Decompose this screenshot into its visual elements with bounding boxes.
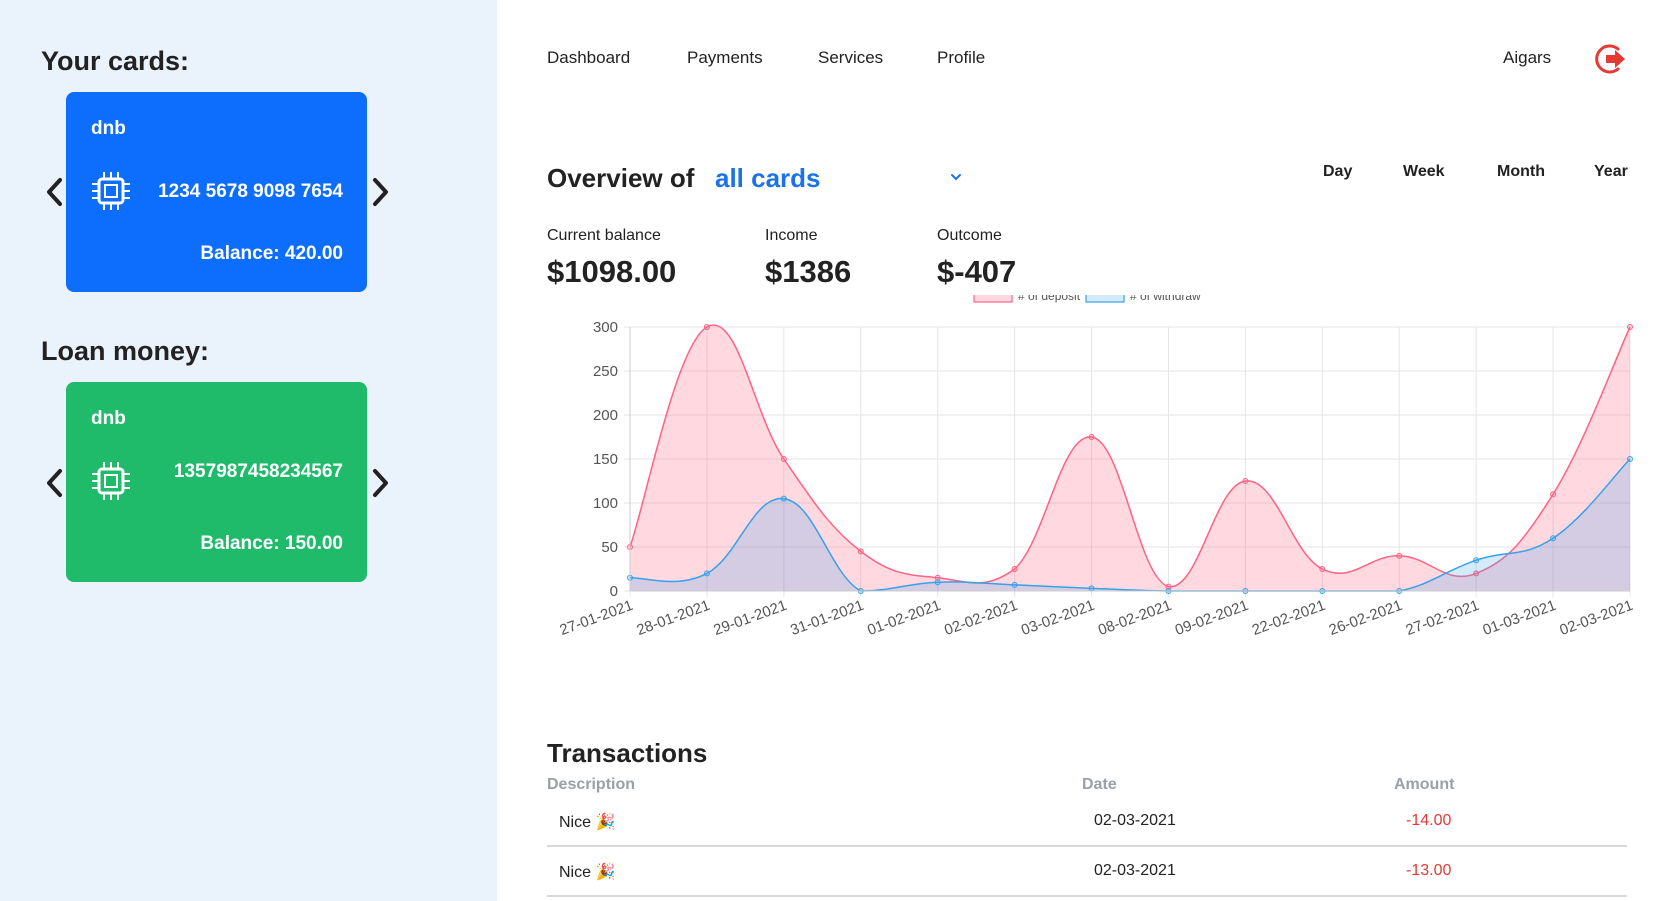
- period-year[interactable]: Year: [1594, 163, 1628, 181]
- nav-profile[interactable]: Profile: [937, 48, 985, 68]
- overview-chart: 0 50 100 150 200 250 300 27-01-2021 28-01-2021 29…: [557, 295, 1635, 639]
- col-description: Description: [547, 776, 636, 793]
- data-point: [1627, 456, 1633, 462]
- loan-next-arrow-icon[interactable]: [365, 463, 395, 503]
- x-tick-label: 02-03-2021: [1557, 597, 1635, 639]
- x-tick-label: 28-01-2021: [634, 597, 712, 639]
- stat-balance-label: Current balance: [547, 227, 661, 244]
- y-tick-label: 200: [593, 407, 618, 424]
- data-point: [934, 579, 941, 586]
- legend-label: # of withdraw: [1130, 295, 1201, 303]
- bank-card[interactable]: dnb 1234 5678 9098 7654 Balance: 420.00: [66, 92, 367, 292]
- tx-date: 02-03-2021: [1094, 812, 1176, 829]
- data-point: [857, 548, 864, 555]
- chip-icon: [92, 462, 130, 500]
- y-tick-label: 100: [593, 495, 618, 512]
- col-amount: Amount: [1394, 776, 1455, 793]
- data-point: [1550, 535, 1557, 542]
- overview-title: Overview of: [547, 163, 695, 193]
- y-tick-label: 50: [601, 539, 618, 556]
- x-tick-label: 27-01-2021: [557, 597, 635, 639]
- card-bank-name: dnb: [91, 118, 126, 139]
- loan-card[interactable]: dnb 1357987458234567 Balance: 150.00: [66, 382, 367, 582]
- data-point: [703, 570, 710, 577]
- data-point: [780, 495, 787, 502]
- loan-title: Loan money:: [41, 336, 210, 366]
- data-point: [1242, 478, 1249, 484]
- data-point: [1011, 581, 1018, 588]
- x-tick-label: 01-03-2021: [1481, 597, 1559, 639]
- x-tick-label: 26-02-2021: [1327, 597, 1405, 639]
- nav-dashboard[interactable]: Dashboard: [547, 48, 630, 68]
- x-tick-label: 22-02-2021: [1250, 597, 1328, 639]
- y-tick-label: 150: [593, 451, 618, 468]
- tx-description: Nice 🎉: [559, 814, 616, 831]
- data-point: [1473, 557, 1480, 564]
- legend-swatch: [973, 295, 1013, 303]
- data-point: [1627, 324, 1633, 330]
- data-point: [703, 324, 710, 330]
- tx-amount: -14.00: [1406, 812, 1452, 829]
- logout-icon[interactable]: [1594, 42, 1628, 76]
- chip-icon: [92, 172, 130, 210]
- y-tick-label: 300: [593, 319, 618, 336]
- card-balance: Balance: 150.00: [200, 533, 343, 554]
- legend-swatch: [1085, 295, 1125, 303]
- card-bank-name: dnb: [91, 408, 126, 429]
- legend-label: # of deposit: [1018, 295, 1081, 303]
- x-tick-label: 08-02-2021: [1096, 597, 1174, 639]
- card-number: 1357987458234567: [173, 461, 343, 482]
- data-point: [1550, 491, 1557, 498]
- stat-outcome-label: Outcome: [937, 227, 1002, 244]
- transactions-title: Transactions: [547, 738, 708, 768]
- table-row[interactable]: Nice 🎉 02-03-2021 -13.00: [547, 847, 1627, 897]
- nav-services[interactable]: Services: [818, 48, 883, 68]
- stat-outcome-value: $-407: [937, 254, 1017, 289]
- tx-amount: -13.00: [1406, 862, 1452, 879]
- tx-date: 02-03-2021: [1094, 862, 1176, 879]
- table-row[interactable]: Nice 🎉 02-03-2021 -14.00: [547, 797, 1627, 847]
- card-next-arrow-icon[interactable]: [365, 172, 395, 212]
- data-point: [1088, 434, 1095, 440]
- data-point: [1011, 566, 1018, 572]
- card-balance: Balance: 420.00: [200, 243, 343, 264]
- data-point: [1396, 552, 1403, 559]
- col-date: Date: [1082, 776, 1117, 793]
- x-tick-label: 31-01-2021: [788, 597, 866, 639]
- card-number: 1234 5678 9098 7654: [158, 181, 343, 202]
- stat-balance-value: $1098.00: [547, 254, 677, 289]
- x-tick-label: 27-02-2021: [1404, 597, 1482, 639]
- data-point: [1088, 585, 1095, 592]
- chevron-down-icon[interactable]: [949, 170, 963, 184]
- period-week[interactable]: Week: [1403, 163, 1445, 181]
- y-tick-label: 250: [593, 363, 618, 380]
- data-point: [780, 456, 787, 462]
- data-point: [1319, 566, 1326, 572]
- period-month[interactable]: Month: [1497, 163, 1545, 181]
- card-selector[interactable]: all cards: [715, 163, 821, 194]
- x-tick-label: 02-02-2021: [942, 597, 1020, 639]
- user-name[interactable]: Aigars: [1503, 48, 1551, 68]
- sidebar: Your cards: dnb 1234 5678 9098 7654 Bala…: [0, 0, 497, 901]
- period-day[interactable]: Day: [1323, 163, 1352, 181]
- nav-payments[interactable]: Payments: [687, 48, 763, 68]
- stat-income-label: Income: [765, 227, 818, 244]
- y-tick-label: 0: [610, 583, 618, 600]
- x-tick-label: 09-02-2021: [1173, 597, 1251, 639]
- x-tick-label: 03-02-2021: [1019, 597, 1097, 639]
- cards-title: Your cards:: [41, 46, 190, 76]
- stat-income-value: $1386: [765, 254, 852, 289]
- x-tick-label: 29-01-2021: [711, 597, 789, 639]
- x-tick-label: 01-02-2021: [865, 597, 943, 639]
- tx-description: Nice 🎉: [559, 864, 616, 881]
